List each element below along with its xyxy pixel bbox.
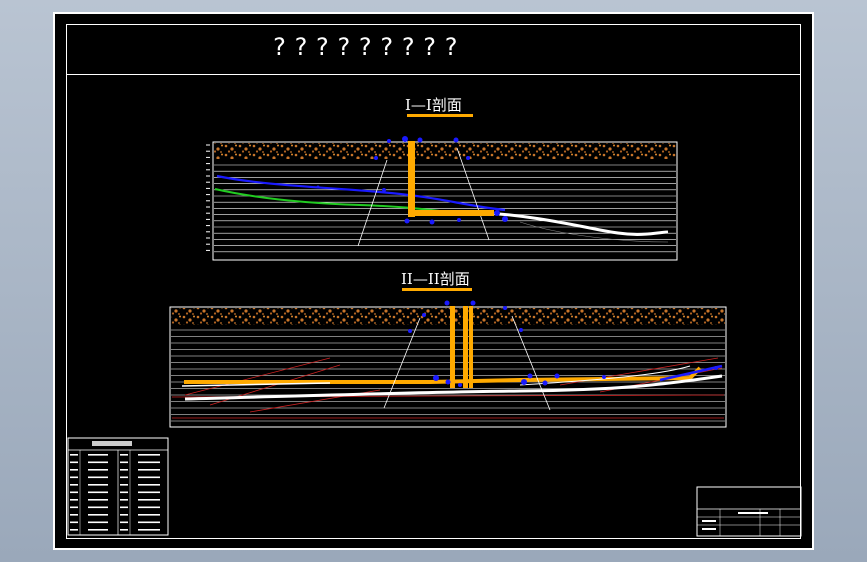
depth-tick — [206, 225, 210, 227]
legend-glyph — [70, 476, 78, 479]
legend-table — [67, 437, 169, 536]
legend-glyph — [138, 521, 160, 524]
depth-tick — [206, 187, 210, 189]
legend-glyph — [138, 454, 160, 456]
section-2-label: II—II剖面 — [401, 270, 470, 288]
legend-glyph — [138, 491, 160, 494]
legend-glyph — [120, 506, 128, 509]
depth-tick — [206, 206, 210, 208]
depth-tick — [206, 231, 210, 233]
depth-tick — [206, 212, 210, 214]
legend-glyph — [70, 514, 78, 516]
legend-glyph — [138, 514, 160, 516]
legend-glyph — [88, 476, 108, 479]
depth-tick — [206, 181, 210, 183]
legend-glyph — [70, 484, 78, 486]
legend-glyph — [138, 506, 160, 509]
legend-glyph — [88, 499, 108, 501]
legend-glyph — [120, 529, 128, 531]
depth-tick — [206, 237, 210, 239]
section-1-profile — [206, 114, 678, 261]
legend-glyph — [88, 506, 108, 509]
depth-tick — [206, 163, 210, 165]
legend-glyph — [88, 521, 108, 524]
legend-glyph — [138, 476, 160, 479]
depth-tick — [206, 249, 210, 251]
legend-glyph — [138, 461, 160, 464]
legend-glyph — [120, 461, 128, 464]
legend-glyph — [88, 514, 108, 516]
legend-glyph — [120, 484, 128, 486]
legend-glyph — [70, 461, 78, 464]
title-block — [696, 486, 802, 537]
depth-tick — [206, 200, 210, 202]
legend-glyph — [70, 469, 78, 471]
legend-glyph — [120, 476, 128, 479]
legend-glyph — [70, 491, 78, 494]
legend-glyph — [88, 529, 108, 531]
legend-glyph — [70, 454, 78, 456]
legend-glyph — [70, 529, 78, 531]
legend-glyph — [88, 469, 108, 471]
legend-glyph — [120, 521, 128, 524]
section-2-profile — [169, 288, 727, 428]
depth-tick — [206, 169, 210, 171]
legend-glyph — [120, 499, 128, 501]
legend-glyph — [120, 454, 128, 456]
legend-glyph — [138, 469, 160, 471]
legend-glyph — [120, 469, 128, 471]
depth-tick — [206, 243, 210, 245]
legend-glyph — [88, 484, 108, 486]
legend-glyph — [88, 461, 108, 464]
depth-tick — [206, 156, 210, 158]
legend-glyph — [70, 521, 78, 524]
depth-tick — [206, 218, 210, 220]
depth-tick — [206, 150, 210, 152]
legend-glyph — [138, 499, 160, 501]
legend-glyph — [120, 514, 128, 516]
section-1-label: I—I剖面 — [405, 96, 462, 114]
legend-glyph — [138, 484, 160, 486]
depth-tick — [206, 194, 210, 196]
depth-tick — [206, 175, 210, 177]
legend-glyph — [88, 491, 108, 494]
legend-glyph — [120, 491, 128, 494]
legend-glyph — [138, 529, 160, 531]
legend-glyph — [70, 499, 78, 501]
legend-glyph — [88, 454, 108, 456]
legend-glyph — [70, 506, 78, 509]
depth-tick — [206, 144, 210, 146]
